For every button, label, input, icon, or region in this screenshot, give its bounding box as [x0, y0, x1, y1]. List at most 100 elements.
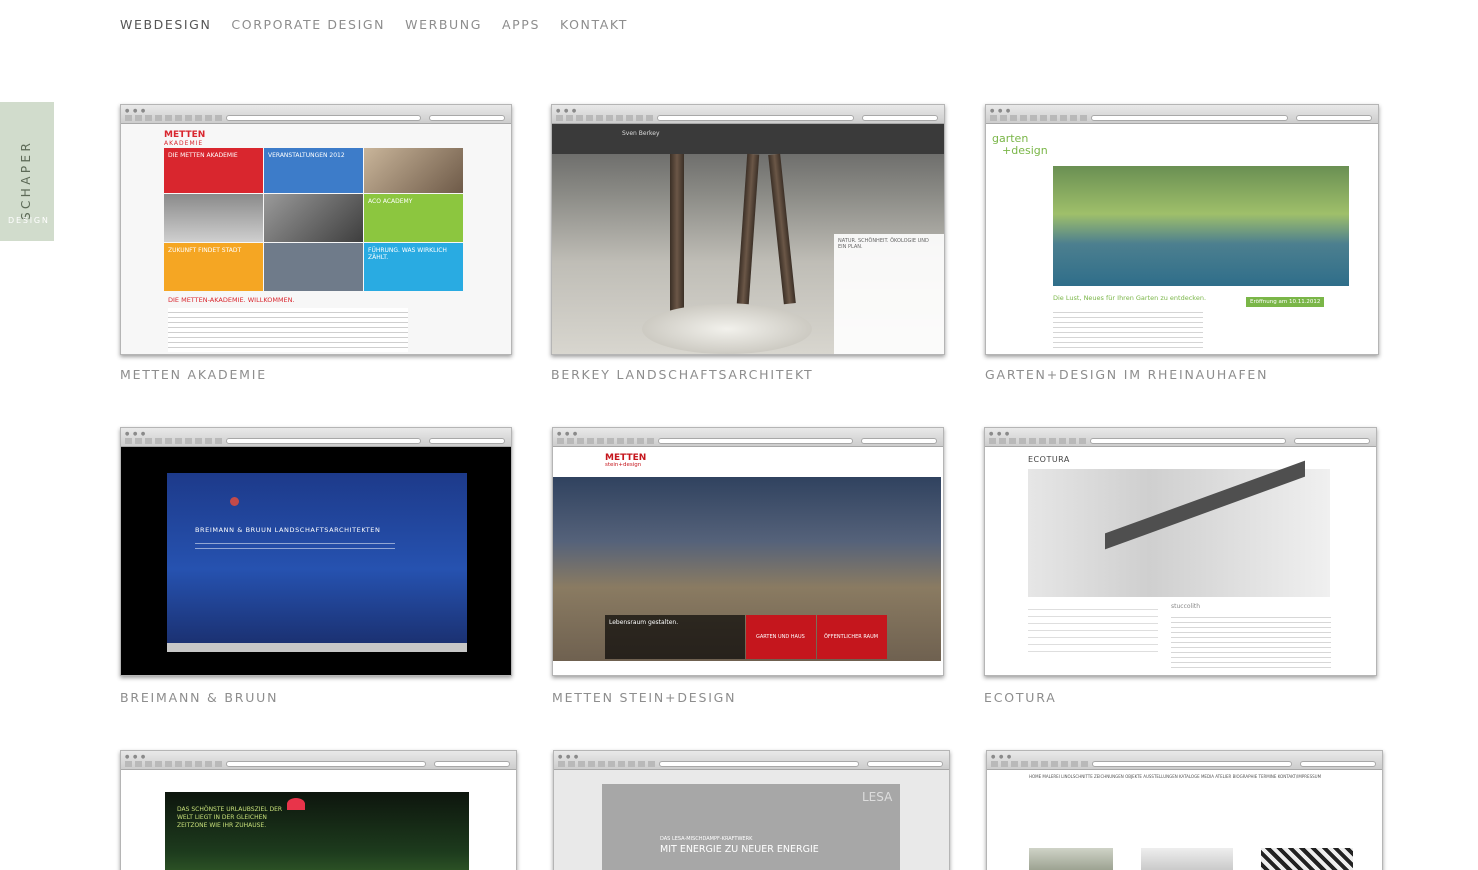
artwork-thumb	[1141, 848, 1233, 870]
project-caption[interactable]: METTEN STEIN+DESIGN	[552, 690, 736, 705]
tree-trunk	[768, 153, 796, 305]
artwork-thumb	[1261, 848, 1353, 870]
body-text-lines	[1053, 308, 1203, 352]
lesa-line1: DAS LESA-MISCHDAMPF-KRAFTWERK	[660, 836, 753, 842]
screenshot: HOME MALEREI LINOLSCHNITTE ZEICHNUNGEN O…	[987, 770, 1382, 870]
project-thumbnail[interactable]: ● ● ● garten +design Die Lust, Neues für…	[985, 104, 1379, 355]
lesa-banner	[602, 784, 900, 870]
moon-icon	[230, 497, 239, 506]
stein-text-panel: Lebensraum gestalten.	[605, 615, 745, 659]
stein-button-oeffentlich-label: ÖFFENTLICHER RAUM	[824, 634, 879, 640]
ecotura-menu	[1028, 603, 1158, 653]
stein-button-garten: GARTEN UND HAUS	[746, 615, 816, 659]
breimann-footer-nav	[167, 643, 467, 652]
body-text-lines	[195, 539, 395, 553]
project-caption[interactable]: ECOTURA	[984, 690, 1057, 705]
metten-sub: AKADEMIE	[164, 140, 204, 147]
body-text-lines	[168, 308, 408, 352]
project-caption[interactable]: METTEN AKADEMIE	[120, 367, 267, 382]
breimann-title: BREIMANN & BRUUN LANDSCHAFTSARCHITEKTEN	[195, 526, 381, 534]
nav-apps[interactable]: APPS	[502, 17, 540, 32]
gravel-bed	[642, 304, 812, 354]
spring-headline: DAS SCHÖNSTE URLAUBSZIEL DER WELT LIEGT …	[177, 806, 283, 829]
browser-toolbar: ● ● ●	[987, 751, 1382, 770]
stein-button-garten-label: GARTEN UND HAUS	[756, 634, 805, 640]
browser-toolbar: ● ● ●	[121, 428, 511, 447]
tile-cyan: FÜHRUNG. WAS WIRKLICH ZÄHLT.	[364, 243, 463, 291]
garten-opening-badge: Eröffnung am 10.11.2012	[1246, 297, 1325, 307]
tile-photo-hall	[164, 194, 263, 242]
staircase-photo	[1028, 469, 1330, 597]
browser-toolbar: ● ● ●	[554, 751, 949, 770]
project-thumbnail[interactable]: ● ● ● LESA DAS LESA-MISCHDAMPF-KRAFTWERK…	[553, 750, 950, 870]
nav-kontakt[interactable]: KONTAKT	[560, 17, 628, 32]
night-sea-photo	[167, 473, 467, 648]
garten-headline: Die Lust, Neues für Ihren Garten zu entd…	[1053, 294, 1207, 302]
logo-text-design: DESIGN	[8, 216, 50, 225]
metten-logo: METTEN	[164, 130, 206, 140]
screenshot: ECOTURA stuccolith	[985, 447, 1376, 675]
lesa-line2: MIT ENERGIE ZU NEUER ENERGIE	[660, 844, 819, 855]
stein-button-oeffentlich: ÖFFENTLICHER RAUM	[817, 615, 887, 659]
browser-toolbar: ● ● ●	[121, 105, 511, 124]
tile-blue-label: VERANSTALTUNGEN 2012	[268, 152, 345, 159]
ecotura-product: stuccolith	[1171, 603, 1201, 610]
project-thumbnail[interactable]: ● ● ● METTEN AKADEMIE DIE METTEN AKADEMI…	[120, 104, 512, 355]
hinz-menu: HOME MALEREI LINOLSCHNITTE ZEICHNUNGEN O…	[1029, 774, 1322, 779]
browser-toolbar: ● ● ●	[985, 428, 1376, 447]
garten-logo-2: +design	[1002, 144, 1048, 157]
tile-grey	[264, 243, 363, 291]
tile-photo-speaker	[264, 194, 363, 242]
tile-red: DIE METTEN AKADEMIE	[164, 148, 263, 193]
screenshot: METTEN stein+design Lebensraum gestalten…	[553, 447, 943, 675]
tree-trunk	[670, 154, 684, 324]
stein-design-sub: stein+design	[605, 462, 642, 468]
screenshot: METTEN AKADEMIE DIE METTEN AKADEMIE VERA…	[121, 124, 511, 354]
screenshot: Sven Berkey NATUR. SCHÖNHEIT. ÖKOLOGIE U…	[552, 124, 944, 354]
logo-text-schaper: SCHAPER	[19, 139, 33, 220]
stein-tagline: Lebensraum gestalten.	[609, 619, 679, 626]
screenshot: LESA DAS LESA-MISCHDAMPF-KRAFTWERK MIT E…	[554, 770, 949, 870]
project-thumbnail[interactable]: ● ● ● HOME MALEREI LINOLSCHNITTE ZEICHNU…	[986, 750, 1383, 870]
tile-orange: ZUKUNFT FINDET STADT	[164, 243, 263, 291]
welcome-heading: DIE METTEN-AKADEMIE. WILLKOMMEN.	[168, 296, 295, 304]
browser-toolbar: ● ● ●	[552, 105, 944, 124]
berkey-tagline: NATUR. SCHÖNHEIT. ÖKOLOGIE UND EIN PLAN.	[838, 238, 929, 250]
project-thumbnail[interactable]: ● ● ● DAS SCHÖNSTE URLAUBSZIEL DER WELT …	[120, 750, 517, 870]
berkey-text-panel: NATUR. SCHÖNHEIT. ÖKOLOGIE UND EIN PLAN.	[834, 234, 944, 354]
project-thumbnail[interactable]: ● ● ● ECOTURA stuccolith	[984, 427, 1377, 676]
tile-green-label: ACO ACADEMY	[368, 198, 413, 205]
tile-cyan-label: FÜHRUNG. WAS WIRKLICH ZÄHLT.	[368, 247, 447, 261]
brand-logo[interactable]: SCHAPER DESIGN	[0, 102, 54, 241]
tile-photo-people	[364, 148, 463, 193]
project-caption[interactable]: GARTEN+DESIGN IM RHEINAUHAFEN	[985, 367, 1268, 382]
nav-webdesign[interactable]: WEBDESIGN	[120, 17, 211, 32]
screenshot: garten +design Die Lust, Neues für Ihren…	[986, 124, 1378, 354]
tree-trunk	[736, 153, 760, 305]
body-text-lines	[1171, 613, 1331, 669]
lesa-logo: LESA	[862, 790, 893, 804]
project-caption[interactable]: BERKEY LANDSCHAFTSARCHITEKT	[551, 367, 813, 382]
nav-werbung[interactable]: WERBUNG	[405, 17, 482, 32]
berkey-header	[552, 124, 944, 154]
project-caption[interactable]: BREIMANN & BRUUN	[120, 690, 278, 705]
browser-toolbar: ● ● ●	[553, 428, 943, 447]
screenshot: DAS SCHÖNSTE URLAUBSZIEL DER WELT LIEGT …	[121, 770, 516, 870]
tile-orange-label: ZUKUNFT FINDET STADT	[168, 247, 242, 254]
garden-pool-photo	[1053, 166, 1349, 286]
browser-toolbar: ● ● ●	[986, 105, 1378, 124]
project-thumbnail[interactable]: ● ● ● BREIMANN & BRUUN LANDSCHAFTSARCHIT…	[120, 427, 512, 676]
red-lamp-shape	[287, 798, 305, 810]
project-thumbnail[interactable]: ● ● ● METTEN stein+design Lebensraum ges…	[552, 427, 944, 676]
project-thumbnail[interactable]: ● ● ● Sven Berkey NATUR. SCHÖNHEIT. ÖKOL…	[551, 104, 945, 355]
tile-red-label: DIE METTEN AKADEMIE	[168, 152, 238, 159]
browser-toolbar: ● ● ●	[121, 751, 516, 770]
tile-blue: VERANSTALTUNGEN 2012	[264, 148, 363, 193]
main-nav: WEBDESIGN CORPORATE DESIGN WERBUNG APPS …	[120, 17, 648, 32]
artwork-thumb	[1029, 848, 1113, 870]
nav-corporate-design[interactable]: CORPORATE DESIGN	[231, 17, 385, 32]
screenshot: BREIMANN & BRUUN LANDSCHAFTSARCHITEKTEN	[121, 447, 511, 675]
tile-green: ACO ACADEMY	[364, 194, 463, 242]
berkey-logo: Sven Berkey	[622, 130, 660, 137]
ecotura-logo: ECOTURA	[1028, 455, 1070, 464]
